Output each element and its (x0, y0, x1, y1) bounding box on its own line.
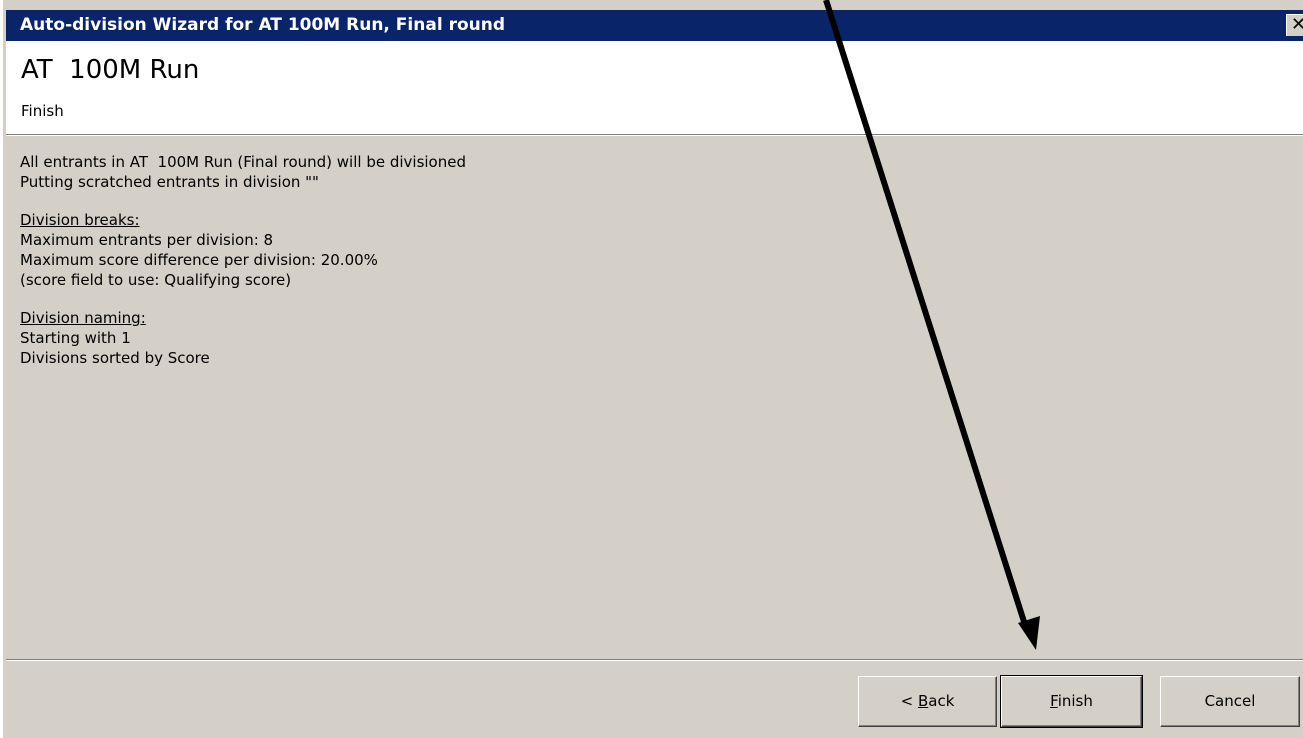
footer-divider (6, 659, 1303, 661)
wizard-header: AT 100M Run Finish (6, 41, 1303, 134)
score-field-line: (score field to use: Qualifying score) (20, 271, 292, 289)
cancel-button[interactable]: Cancel (1160, 676, 1300, 727)
close-icon: ✕ (1291, 15, 1303, 35)
summary-entrants-line: All entrants in AT 100M Run (Final round… (20, 153, 466, 171)
page-title: AT 100M Run (21, 55, 200, 85)
window-title: Auto-division Wizard for AT 100M Run, Fi… (20, 15, 506, 35)
max-entrants-line: Maximum entrants per division: 8 (20, 231, 274, 249)
summary-scratched-line: Putting scratched entrants in division "… (20, 173, 319, 191)
sorted-by-line: Divisions sorted by Score (20, 349, 210, 367)
wizard-window: Auto-division Wizard for AT 100M Run, Fi… (0, 0, 1303, 738)
finish-button[interactable]: Finish (1000, 675, 1143, 728)
page-subtitle: Finish (21, 102, 64, 120)
header-divider (6, 134, 1303, 136)
close-button[interactable]: ✕ (1286, 14, 1303, 36)
max-score-diff-line: Maximum score difference per division: 2… (20, 251, 378, 269)
starting-with-line: Starting with 1 (20, 329, 131, 347)
title-bar[interactable]: Auto-division Wizard for AT 100M Run, Fi… (6, 10, 1303, 41)
back-button[interactable]: < Back (858, 676, 997, 727)
summary-panel: All entrants in AT 100M Run (Final round… (20, 152, 1220, 368)
division-naming-heading: Division naming: (20, 309, 146, 327)
division-breaks-heading: Division breaks: (20, 211, 140, 229)
